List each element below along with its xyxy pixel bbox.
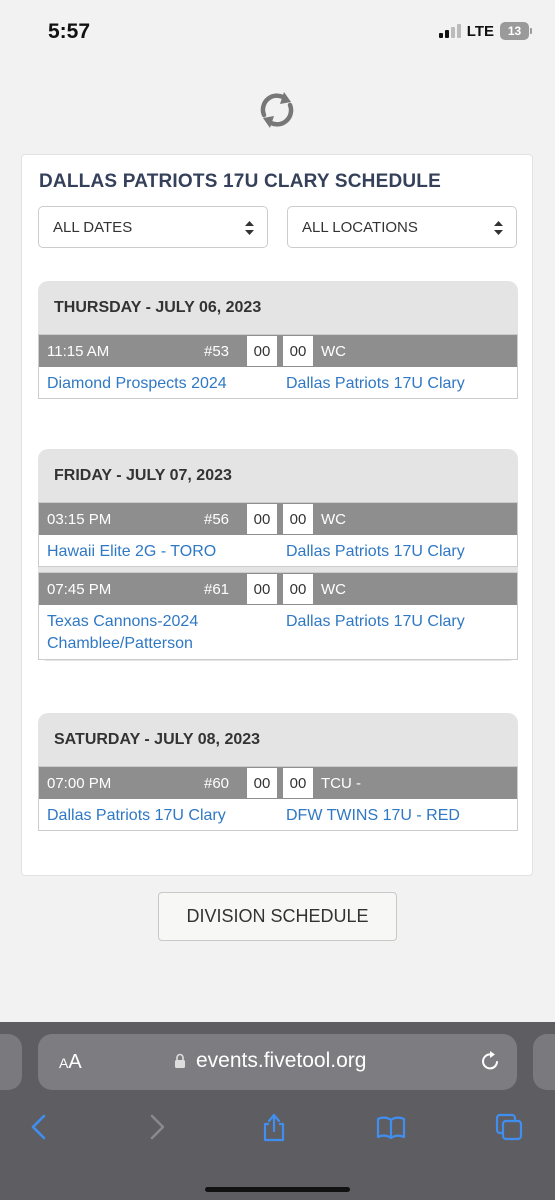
day-group: THURSDAY - JULY 06, 2023 11:15 AM #53 00… bbox=[38, 281, 518, 399]
status-time: 5:57 bbox=[48, 20, 91, 43]
book-icon[interactable] bbox=[376, 1112, 406, 1142]
home-score: 00 bbox=[282, 503, 314, 535]
chevron-left-icon[interactable] bbox=[24, 1112, 54, 1142]
battery-icon: 13 bbox=[500, 22, 532, 40]
home-team-link[interactable]: DFW TWINS 17U - RED bbox=[286, 805, 516, 827]
web-page: DALLAS PATRIOTS 17U CLARY SCHEDULE ALL D… bbox=[0, 68, 555, 1022]
game-info-bar: 03:15 PM #56 00 00 WC bbox=[39, 503, 517, 535]
game-row: 11:15 AM #53 00 00 WC Diamond Prospects … bbox=[38, 334, 518, 399]
share-icon[interactable] bbox=[259, 1112, 289, 1142]
game-teams: Hawaii Elite 2G - TORO Dallas Patriots 1… bbox=[39, 535, 517, 566]
text-size-large-a: A bbox=[68, 1051, 82, 1073]
chevron-right-icon[interactable] bbox=[142, 1112, 172, 1142]
game-number: #60 bbox=[204, 775, 230, 792]
game-info-bar: 07:00 PM #60 00 00 TCU - bbox=[39, 767, 517, 799]
game-location: TCU - bbox=[321, 775, 361, 792]
status-bar: 5:57 LTE 13 bbox=[0, 0, 555, 68]
away-team-link[interactable]: Dallas Patriots 17U Clary bbox=[47, 805, 282, 827]
dates-select-value: ALL DATES bbox=[53, 218, 133, 236]
game-info-bar: 11:15 AM #53 00 00 WC bbox=[39, 335, 517, 367]
lock-icon bbox=[175, 1053, 185, 1068]
schedule-title: DALLAS PATRIOTS 17U CLARY SCHEDULE bbox=[39, 171, 441, 192]
day-group: FRIDAY - JULY 07, 2023 03:15 PM #56 00 0… bbox=[38, 449, 518, 661]
away-team-link[interactable]: Texas Cannons-2024 Chamblee/Patterson bbox=[47, 611, 282, 655]
battery-level: 13 bbox=[507, 24, 522, 38]
away-team-link[interactable]: Diamond Prospects 2024 bbox=[47, 373, 282, 395]
game-teams: Diamond Prospects 2024 Dallas Patriots 1… bbox=[39, 367, 517, 398]
away-score: 00 bbox=[246, 335, 278, 367]
url-text: events.fivetool.org bbox=[196, 1049, 367, 1072]
home-score: 00 bbox=[282, 335, 314, 367]
network-type: LTE bbox=[466, 22, 494, 40]
game-teams: Texas Cannons-2024 Chamblee/Patterson Da… bbox=[39, 605, 517, 659]
home-team-link[interactable]: Dallas Patriots 17U Clary bbox=[286, 373, 516, 395]
day-header: THURSDAY - JULY 06, 2023 bbox=[54, 298, 262, 316]
status-indicators: LTE 13 bbox=[438, 22, 532, 40]
tabs-icon[interactable] bbox=[494, 1112, 524, 1142]
game-time: 07:45 PM bbox=[47, 581, 112, 598]
browser-chrome: AA events.fivetool.org bbox=[0, 1022, 555, 1200]
game-row: 07:00 PM #60 00 00 TCU - Dallas Patriots… bbox=[38, 766, 518, 831]
schedule-card: DALLAS PATRIOTS 17U CLARY SCHEDULE ALL D… bbox=[21, 154, 533, 876]
game-number: #53 bbox=[204, 343, 230, 360]
locations-select-value: ALL LOCATIONS bbox=[302, 218, 418, 236]
away-score: 00 bbox=[246, 503, 278, 535]
game-location: WC bbox=[321, 581, 346, 598]
game-row: 07:45 PM #61 00 00 WC Texas Cannons-2024… bbox=[38, 572, 518, 660]
refresh-icon[interactable] bbox=[255, 88, 299, 132]
game-teams: Dallas Patriots 17U Clary DFW TWINS 17U … bbox=[39, 799, 517, 830]
game-number: #56 bbox=[204, 511, 230, 528]
away-team-link[interactable]: Hawaii Elite 2G - TORO bbox=[47, 541, 282, 563]
text-size-button[interactable]: AA bbox=[59, 1051, 82, 1074]
game-time: 03:15 PM bbox=[47, 511, 112, 528]
address-bar[interactable]: AA events.fivetool.org bbox=[38, 1034, 517, 1090]
game-location: WC bbox=[321, 511, 346, 528]
previous-tab-peek[interactable] bbox=[0, 1034, 22, 1090]
text-size-small-a: A bbox=[59, 1055, 69, 1071]
dates-select[interactable]: ALL DATES bbox=[38, 206, 268, 248]
day-header: SATURDAY - JULY 08, 2023 bbox=[54, 730, 261, 748]
game-time: 11:15 AM bbox=[47, 343, 110, 360]
browser-toolbar bbox=[0, 1102, 555, 1152]
away-score: 00 bbox=[246, 573, 278, 605]
select-arrows-icon bbox=[494, 221, 503, 235]
day-group: SATURDAY - JULY 08, 2023 07:00 PM #60 00… bbox=[38, 713, 518, 831]
home-team-link[interactable]: Dallas Patriots 17U Clary bbox=[286, 611, 516, 633]
home-team-link[interactable]: Dallas Patriots 17U Clary bbox=[286, 541, 516, 563]
home-score: 00 bbox=[282, 573, 314, 605]
game-time: 07:00 PM bbox=[47, 775, 112, 792]
game-row: 03:15 PM #56 00 00 WC Hawaii Elite 2G - … bbox=[38, 502, 518, 567]
reload-icon[interactable] bbox=[479, 1050, 501, 1072]
division-schedule-button[interactable]: DIVISION SCHEDULE bbox=[158, 892, 397, 941]
home-score: 00 bbox=[282, 767, 314, 799]
game-number: #61 bbox=[204, 581, 230, 598]
away-score: 00 bbox=[246, 767, 278, 799]
next-tab-peek[interactable] bbox=[533, 1034, 555, 1090]
day-header: FRIDAY - JULY 07, 2023 bbox=[54, 466, 232, 484]
locations-select[interactable]: ALL LOCATIONS bbox=[287, 206, 517, 248]
home-indicator bbox=[205, 1187, 350, 1192]
game-location: WC bbox=[321, 343, 346, 360]
game-info-bar: 07:45 PM #61 00 00 WC bbox=[39, 573, 517, 605]
select-arrows-icon bbox=[245, 221, 254, 235]
signal-icon bbox=[438, 24, 461, 38]
